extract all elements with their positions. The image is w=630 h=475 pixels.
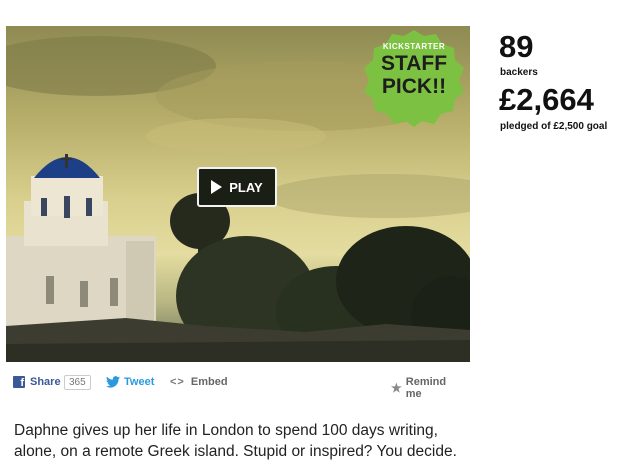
badge-pick-text: PICK!! (381, 75, 447, 98)
badge-kickstarter-text: KICKSTARTER (382, 42, 446, 51)
pledged-amount: £2,664 (499, 82, 594, 117)
project-video[interactable]: KICKSTARTER STAFF PICK!! PLAY (6, 26, 470, 362)
facebook-icon (13, 376, 25, 389)
code-brackets-icon: <> (170, 376, 185, 388)
remind-me-button[interactable]: ★ Remind me (391, 376, 465, 400)
star-icon: ★ (391, 381, 402, 395)
play-button[interactable]: PLAY (197, 167, 277, 207)
embed-button[interactable]: <> Embed (170, 376, 228, 388)
badge-staff-text: STAFF (380, 52, 448, 75)
share-bar: Share 365 Tweet <> Embed ★ Remind me (13, 375, 465, 400)
play-label: PLAY (229, 179, 263, 195)
remind-me-label: Remind me (405, 376, 447, 400)
facebook-share-label: Share (30, 376, 61, 388)
project-blurb: Daphne gives up her life in London to sp… (14, 422, 457, 460)
facebook-share-count: 365 (64, 375, 91, 390)
backers-label: backers (500, 67, 538, 78)
facebook-share-button[interactable]: Share (13, 376, 61, 389)
tweet-label: Tweet (124, 376, 155, 388)
embed-label: Embed (190, 376, 228, 388)
play-icon (211, 180, 223, 194)
pledged-goal-label: pledged of £2,500 goal (500, 121, 608, 132)
twitter-bird-icon (106, 376, 120, 388)
tweet-button[interactable]: Tweet (106, 376, 154, 388)
staff-pick-badge: KICKSTARTER STAFF PICK!! (360, 28, 468, 128)
backers-count: 89 (499, 29, 534, 64)
